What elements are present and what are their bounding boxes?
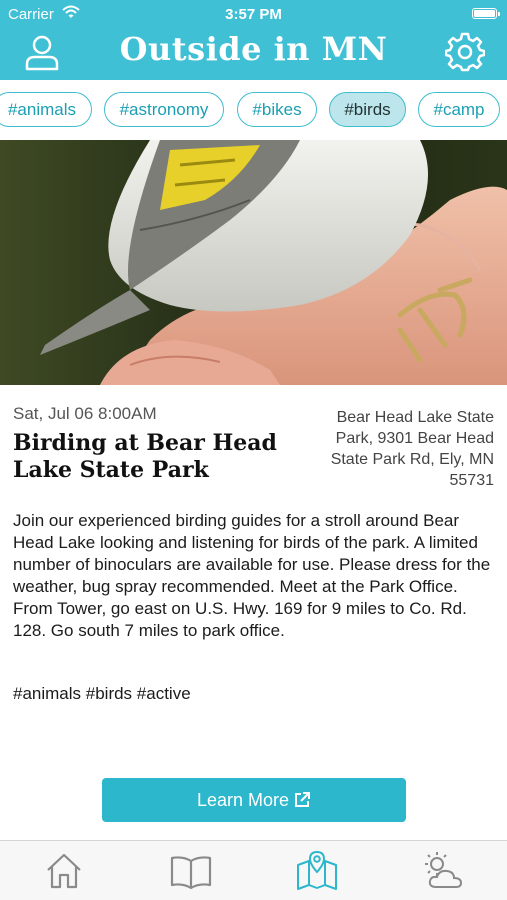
event-location[interactable]: Bear Head Lake State Park, 9301 Bear Hea… xyxy=(304,407,494,491)
learn-more-label: Learn More xyxy=(196,789,290,810)
app-header: Carrier 3:57 PM Outside in MN xyxy=(0,0,507,80)
battery-icon xyxy=(472,8,500,19)
tag-camp[interactable]: #camp xyxy=(418,92,500,127)
tag-birds[interactable]: #birds xyxy=(329,92,406,127)
event-description: Join our experienced birding guides for … xyxy=(13,511,491,640)
gear-icon xyxy=(444,32,486,72)
weather-icon xyxy=(425,852,463,888)
app-title: Outside in MN xyxy=(119,30,388,68)
tag-bikes[interactable]: #bikes xyxy=(237,92,317,127)
tab-home[interactable] xyxy=(42,849,86,893)
tag-filter-bar: #animals #astronomy #bikes #birds #camp xyxy=(0,80,507,140)
tag-astronomy[interactable]: #astronomy xyxy=(104,92,224,127)
map-pin-icon xyxy=(297,850,337,890)
tab-weather[interactable] xyxy=(421,849,465,893)
home-icon xyxy=(47,853,81,889)
tab-map[interactable] xyxy=(295,849,339,893)
event-date: Sat, Jul 06 8:00AM xyxy=(13,404,157,423)
event-title: Birding at Bear Head Lake State Park xyxy=(13,430,277,483)
external-link-icon xyxy=(295,792,311,807)
tab-bar xyxy=(0,840,507,900)
event-photo xyxy=(0,140,507,385)
book-icon xyxy=(170,856,212,890)
settings-button[interactable] xyxy=(444,32,486,72)
tag-animals[interactable]: #animals xyxy=(0,92,92,127)
tab-guide[interactable] xyxy=(169,849,213,893)
status-bar: Carrier 3:57 PM xyxy=(0,0,507,28)
learn-more-button[interactable]: Learn More xyxy=(102,778,406,822)
status-time: 3:57 PM xyxy=(225,6,282,23)
event-hashtags: #animals #birds #active xyxy=(13,684,191,703)
